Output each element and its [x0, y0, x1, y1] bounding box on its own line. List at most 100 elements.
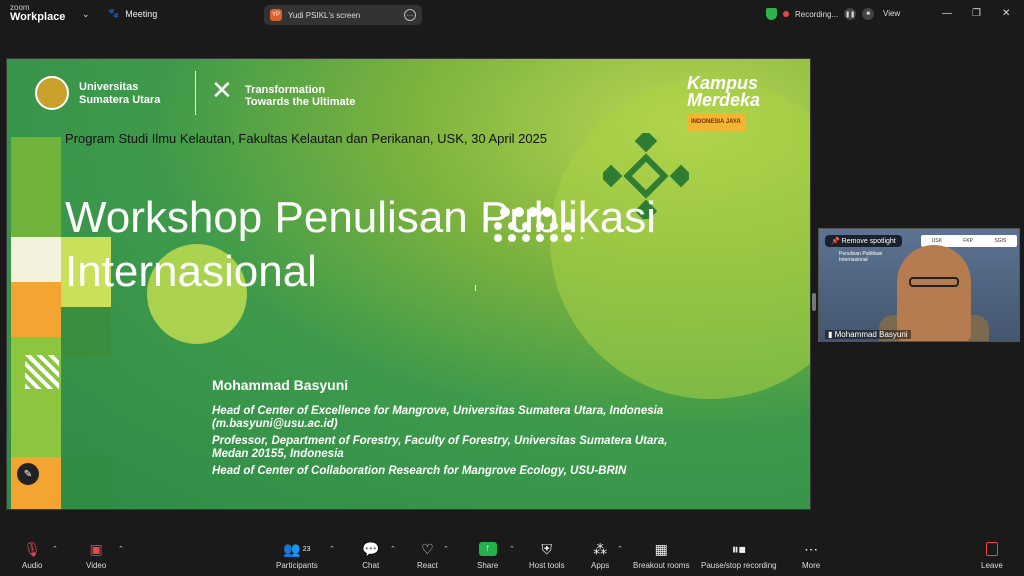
university-name: Universitas Sumatera Utara [79, 81, 161, 106]
participant-name-label: Mohammad Basyuni [834, 330, 908, 339]
logo-text: USK [931, 238, 942, 244]
speaker-block: Mohammad Basyuni Head of Center of Excel… [212, 377, 667, 478]
more-options-icon[interactable]: … [404, 9, 416, 21]
participants-icon: 👥 23 [283, 540, 311, 557]
participants-count: 23 [302, 545, 311, 553]
shared-screen-title: Yudi PSIKL's screen [288, 10, 361, 20]
decor-block [61, 307, 111, 357]
decor-block [11, 137, 61, 237]
annotate-pencil-icon[interactable]: ✎ [17, 463, 39, 485]
view-label: View [883, 9, 901, 18]
signal-icon: ▮ [828, 330, 833, 339]
decor-block [61, 457, 111, 509]
chevron-up-icon[interactable]: ⌃ [443, 545, 449, 553]
pause-recording-button[interactable]: ⏸⏹ Pause/stop recording [701, 540, 777, 571]
leave-label: Leave [981, 561, 1003, 570]
shared-slide: Universitas Sumatera Utara ✕ Transformat… [6, 58, 811, 510]
brand-name: Workplace [10, 11, 66, 23]
breakout-rooms-button[interactable]: ▦ Breakout rooms [633, 540, 689, 571]
meeting-info-button[interactable]: 🐾 Meeting [108, 8, 157, 19]
host-tools-button[interactable]: ⛨ Host tools [529, 540, 565, 571]
speaker-affiliation: Head of Center of Excellence for Mangrov… [212, 405, 664, 430]
top-bar: zoom Workplace ⌄ 🐾 Meeting YP Yudi PSIKL… [0, 0, 1024, 30]
recording-status: Recording... ❚❚ ■ [766, 8, 875, 20]
usu-logo [35, 76, 69, 110]
logo-text: FKP [963, 238, 974, 244]
pause-stop-icon: ⏸⏹ [731, 540, 746, 557]
participants-button[interactable]: 👥 23 Participants [276, 540, 318, 571]
participant-glasses [909, 277, 959, 287]
chevron-up-icon[interactable]: ⌃ [509, 545, 515, 553]
sharer-avatar: YP [270, 9, 282, 21]
participants-label: Participants [276, 561, 318, 570]
audio-button[interactable]: 🎙 Audio [22, 540, 43, 571]
leave-button[interactable]: Leave [981, 540, 1003, 570]
audio-label: Audio [22, 561, 43, 570]
remove-spotlight-button[interactable]: 📌 Remove spotlight [825, 235, 902, 247]
program-line: Program Studi Ilmu Kelautan, Fakultas Ke… [65, 131, 548, 146]
more-icon: ⋯ [804, 540, 819, 557]
leave-icon [985, 540, 998, 558]
apps-icon: ⁂ [593, 540, 608, 557]
splitter-handle[interactable] [812, 293, 816, 311]
speaker-affiliation: Professor, Department of Forestry, Facul… [212, 435, 668, 460]
participant-face [897, 245, 971, 341]
mic-muted-icon: 🎙 [23, 540, 42, 557]
share-label: Share [477, 561, 499, 570]
react-button[interactable]: ♡ React [417, 540, 438, 571]
record-dot-icon [783, 11, 789, 17]
remove-spotlight-label: Remove spotlight [841, 238, 896, 245]
tagline: Transformation Towards the Ultimate [245, 84, 356, 108]
chat-button[interactable]: 💬 Chat [362, 540, 380, 571]
kampus-merdeka-logo: Kampus Merdeka INDONESIA JAYA [687, 73, 761, 132]
host-tools-label: Host tools [529, 561, 565, 570]
minimize-icon[interactable]: — [942, 8, 952, 19]
video-button[interactable]: ▣ Video [86, 540, 106, 571]
chevron-down-icon[interactable]: ⌄ [82, 9, 90, 20]
decor-block [11, 457, 61, 509]
transformation-icon: ✕ [211, 75, 233, 105]
dots-pattern-icon [494, 207, 583, 242]
decor-block [11, 237, 61, 282]
chevron-up-icon[interactable]: ⌃ [390, 545, 396, 553]
video-tile[interactable]: Penulisan Publikasi Internasional USK FK… [818, 228, 1020, 342]
participant-name: ▮ Mohammad Basyuni [825, 330, 911, 339]
more-button[interactable]: ⋯ More [802, 540, 821, 571]
mouse-cursor [475, 285, 479, 291]
chevron-up-icon[interactable]: ⌃ [617, 545, 623, 553]
zoom-logo: zoom Workplace [10, 4, 65, 23]
pattern-icon [25, 355, 59, 389]
logo-text: SGIS [994, 238, 1007, 244]
chevron-up-icon[interactable]: ⌃ [329, 545, 335, 553]
react-label: React [417, 561, 438, 570]
view-button[interactable]: View [883, 9, 900, 18]
apps-button[interactable]: ⁂ Apps [591, 540, 610, 571]
decor-block [11, 282, 61, 337]
stop-recording-icon[interactable]: ■ [862, 8, 875, 20]
heart-icon: ♡ [421, 540, 434, 557]
more-label: More [802, 561, 821, 570]
chat-icon: 💬 [362, 540, 380, 557]
shared-screen-pill[interactable]: YP Yudi PSIKL's screen … [264, 5, 422, 25]
close-icon[interactable]: ✕ [1002, 8, 1010, 19]
chevron-up-icon[interactable]: ⌃ [52, 545, 58, 553]
video-background-title: Penulisan Publikasi Internasional [839, 251, 883, 263]
share-button[interactable]: ↑ Share [477, 540, 498, 570]
header-divider [195, 71, 196, 115]
chevron-up-icon[interactable]: ⌃ [118, 545, 124, 553]
speaker-affiliation: Head of Center of Collaboration Research… [212, 465, 627, 477]
recording-label: Recording... [795, 9, 839, 19]
apps-label: Apps [591, 561, 610, 570]
shield-icon [766, 8, 777, 20]
share-icon: ↑ [478, 540, 497, 558]
chat-label: Chat [362, 561, 380, 570]
camera-off-icon: ▣ [89, 540, 103, 557]
pause-recording-label: Pause/stop recording [701, 561, 777, 570]
kampus-merdeka-text: Kampus Merdeka [687, 73, 761, 110]
pin-icon: 📌 [831, 238, 840, 245]
grid-icon: ▦ [654, 540, 668, 557]
restore-icon[interactable]: ❐ [972, 8, 981, 19]
shield-icon: ⛨ [541, 540, 553, 557]
pause-recording-icon[interactable]: ❚❚ [844, 8, 857, 20]
paw-icon: 🐾 [108, 8, 120, 18]
